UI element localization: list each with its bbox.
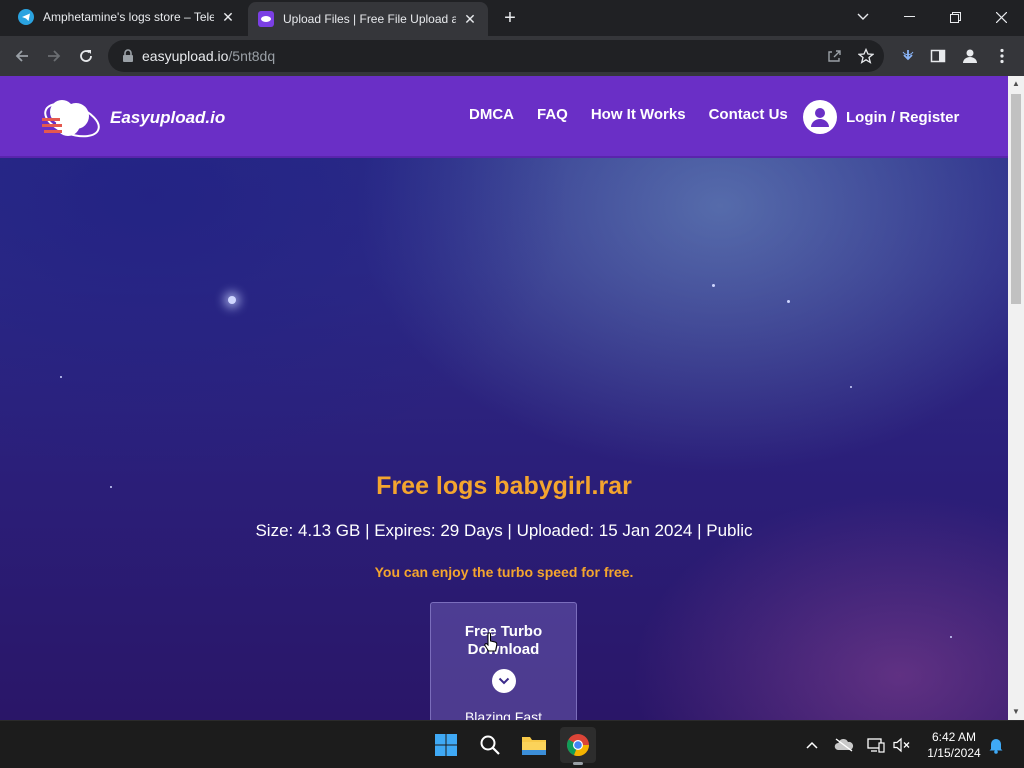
- star-decoration: [950, 636, 952, 638]
- menu-kebab-icon[interactable]: [990, 44, 1014, 68]
- login-label: Login / Register: [846, 108, 960, 126]
- browser-tab-strip: Amphetamine's logs store – Tele ✕ Upload…: [0, 0, 1024, 36]
- login-register-button[interactable]: Login / Register: [803, 100, 959, 134]
- bookmark-star-icon[interactable]: [854, 44, 878, 68]
- new-tab-button[interactable]: +: [498, 6, 522, 30]
- site-logo[interactable]: Easyupload.io: [40, 90, 240, 146]
- tab-search-icon[interactable]: [840, 0, 886, 34]
- scroll-down-arrow-icon[interactable]: ▼: [1012, 708, 1020, 716]
- windows-taskbar: 6:42 AM 1/15/2024: [0, 720, 1024, 768]
- browser-toolbar: easyupload.io/5nt8dq: [0, 36, 1024, 76]
- page-scrollbar[interactable]: ▲ ▼: [1008, 76, 1024, 720]
- clock-date: 1/15/2024: [927, 746, 981, 760]
- nav-faq[interactable]: FAQ: [537, 106, 568, 123]
- close-window-button[interactable]: [978, 0, 1024, 34]
- back-button[interactable]: [10, 44, 34, 68]
- close-tab-icon[interactable]: ✕: [220, 9, 236, 25]
- active-app-indicator: [573, 762, 583, 765]
- address-bar[interactable]: easyupload.io/5nt8dq: [108, 40, 884, 72]
- turbo-note: You can enjoy the turbo speed for free.: [374, 564, 634, 580]
- star-decoration: [850, 386, 852, 388]
- file-meta: Size: 4.13 GB | Expires: 29 Days | Uploa…: [255, 521, 753, 540]
- page-content: Easyupload.io DMCA FAQ How It Works Cont…: [0, 76, 1008, 720]
- volume-muted-icon[interactable]: [892, 735, 912, 755]
- download-label: Free Turbo Download: [464, 623, 543, 658]
- chevron-down-icon: [492, 669, 516, 693]
- lock-icon: [122, 49, 136, 63]
- show-hidden-icons-icon[interactable]: [802, 735, 822, 755]
- nav-contact-us[interactable]: Contact Us: [709, 106, 788, 123]
- user-avatar-icon: [803, 100, 837, 134]
- scroll-up-arrow-icon[interactable]: ▲: [1012, 80, 1020, 88]
- tab-title: Amphetamine's logs store – Tele: [43, 10, 214, 24]
- taskbar-clock[interactable]: 6:42 AM 1/15/2024: [918, 729, 990, 761]
- tab-easyupload[interactable]: Upload Files | Free File Upload a ✕: [248, 2, 488, 36]
- telegram-icon: [18, 9, 34, 25]
- cloud-logo-icon: [42, 100, 100, 138]
- star-decoration: [787, 300, 790, 303]
- scrollbar-thumb[interactable]: [1011, 94, 1021, 304]
- nav-dmca[interactable]: DMCA: [469, 106, 514, 123]
- star-decoration: [60, 376, 62, 378]
- side-panel-icon[interactable]: [926, 44, 950, 68]
- easyupload-icon: [258, 11, 274, 27]
- restore-button[interactable]: [932, 0, 978, 34]
- site-header: Easyupload.io DMCA FAQ How It Works Cont…: [0, 76, 1008, 158]
- tab-title: Upload Files | Free File Upload a: [283, 12, 456, 26]
- nav-how-it-works[interactable]: How It Works: [591, 106, 686, 123]
- download-subtitle: Blazing Fast: [464, 709, 543, 720]
- profile-icon[interactable]: [958, 44, 982, 68]
- hand-cursor-icon: [484, 632, 498, 652]
- chrome-icon[interactable]: [560, 727, 596, 765]
- reload-button[interactable]: [74, 44, 98, 68]
- file-name-heading: Free logs babygirl.rar: [376, 472, 632, 500]
- file-explorer-icon[interactable]: [516, 727, 552, 763]
- windows-start-icon[interactable]: [428, 727, 464, 763]
- url-domain: easyupload.io: [142, 48, 229, 64]
- forward-button[interactable]: [42, 44, 66, 68]
- close-tab-icon[interactable]: ✕: [462, 11, 478, 27]
- notifications-bell-icon[interactable]: [986, 735, 1006, 755]
- logo-text: Easyupload.io: [110, 108, 226, 127]
- search-icon[interactable]: [472, 727, 508, 763]
- tab-telegram[interactable]: Amphetamine's logs store – Tele ✕: [8, 0, 246, 34]
- onedrive-offline-icon[interactable]: [834, 735, 854, 755]
- main-nav: DMCA FAQ How It Works Contact Us: [469, 106, 811, 123]
- minimize-button[interactable]: [886, 0, 932, 34]
- star-decoration: [228, 296, 236, 304]
- download-icon[interactable]: [896, 44, 920, 68]
- free-turbo-download-button[interactable]: Free Turbo Download Blazing Fast: [430, 602, 577, 720]
- star-decoration: [712, 284, 715, 287]
- share-icon[interactable]: [822, 44, 846, 68]
- url-path: /5nt8dq: [228, 48, 276, 64]
- network-icon[interactable]: [866, 735, 886, 755]
- clock-time: 6:42 AM: [931, 730, 977, 744]
